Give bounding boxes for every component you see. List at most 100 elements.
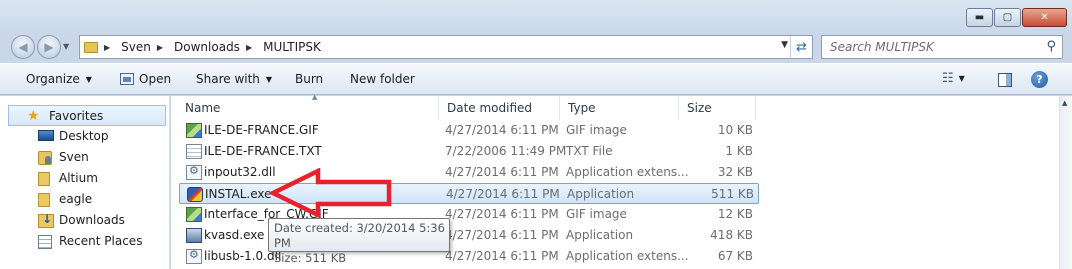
close-button[interactable]: ✕: [1022, 8, 1067, 27]
sidebar-item-altium[interactable]: Altium: [0, 168, 166, 189]
organize-button[interactable]: Organize ▼: [26, 72, 92, 86]
window-controls: ▬ ▢ ✕: [965, 8, 1067, 27]
file-name: ILE-DE-FRANCE.TXT: [204, 144, 322, 158]
file-row[interactable]: inpout32.dll 4/27/2014 6:11 PM Applicati…: [179, 162, 759, 183]
sidebar-item-eagle[interactable]: eagle: [0, 189, 166, 210]
maximize-button[interactable]: ▢: [994, 8, 1021, 27]
breadcrumb-root[interactable]: ▶: [84, 41, 117, 53]
share-with-button[interactable]: Share with ▼: [196, 72, 272, 86]
address-dropdown-icon[interactable]: ▼: [781, 40, 788, 50]
change-view-button[interactable]: ☷ ▼: [942, 71, 965, 86]
sidebar-item-label: eagle: [59, 192, 93, 206]
file-size: 10 KB: [717, 123, 753, 137]
sidebar-item-favorites[interactable]: ★ Favorites: [8, 105, 166, 126]
sort-ascending-icon: ▲: [312, 93, 318, 101]
file-row[interactable]: ILE-DE-FRANCE.GIF 4/27/2014 6:11 PM GIF …: [179, 120, 759, 141]
sidebar-item-downloads[interactable]: Downloads: [0, 210, 166, 231]
help-button[interactable]: ?: [1031, 71, 1048, 88]
back-arrow-icon: ◀: [18, 40, 28, 54]
annotation-arrow: [270, 168, 392, 218]
breadcrumb-separator-icon[interactable]: ▶: [104, 43, 110, 52]
file-name: ILE-DE-FRANCE.GIF: [204, 123, 319, 137]
scroll-up-icon[interactable]: ▲: [1062, 99, 1067, 107]
breadcrumb-separator-icon[interactable]: ▶: [157, 43, 163, 52]
dll-file-icon: [186, 164, 202, 180]
file-name: kvasd.exe: [204, 228, 265, 242]
chevron-down-icon: ▼: [265, 74, 273, 84]
breadcrumb-label: Downloads: [174, 40, 240, 54]
search-input[interactable]: [830, 40, 1030, 54]
column-header-size[interactable]: Size: [679, 96, 756, 120]
user-folder-icon: [38, 151, 52, 165]
column-header-label: Type: [568, 101, 596, 115]
file-date: 4/27/2014 6:11 PM: [445, 165, 559, 179]
refresh-button[interactable]: ⇄: [790, 36, 812, 58]
file-row[interactable]: kvasd.exe 4/27/2014 6:11 PM Application …: [179, 225, 759, 246]
file-type: TXT File: [566, 144, 613, 158]
recent-pages-dropdown[interactable]: ▼: [63, 42, 71, 51]
file-size: 511 KB: [711, 187, 754, 201]
back-button[interactable]: ◀: [11, 35, 35, 59]
organize-label: Organize: [26, 72, 80, 86]
file-date: 4/27/2014 6:11 PM: [445, 249, 559, 263]
search-box[interactable]: ⚲: [821, 35, 1063, 59]
open-button[interactable]: Open: [120, 72, 171, 86]
sidebar-item-desktop[interactable]: Desktop: [0, 126, 166, 147]
chevron-down-icon: ▼: [958, 74, 965, 83]
breadcrumb-downloads[interactable]: Downloads ▶: [174, 40, 259, 54]
column-header-type[interactable]: Type: [560, 96, 679, 120]
file-row[interactable]: ILE-DE-FRANCE.TXT 7/22/2006 11:49 PM TXT…: [179, 141, 759, 162]
search-icon[interactable]: ⚲: [1046, 39, 1056, 54]
column-header-label: Name: [185, 101, 221, 115]
sidebar-item-label: Altium: [59, 171, 98, 185]
burn-button[interactable]: Burn: [295, 72, 323, 86]
folder-icon: [38, 193, 50, 207]
gif-image-icon: [186, 123, 202, 138]
command-toolbar: Organize ▼ Open Share with ▼ Burn New fo…: [0, 63, 1072, 95]
forward-arrow-icon: ▶: [44, 40, 54, 54]
preview-pane-button[interactable]: [998, 73, 1012, 87]
downloads-icon: [38, 212, 54, 228]
dll-file-icon: [186, 248, 202, 264]
minimize-button[interactable]: ▬: [966, 8, 993, 27]
column-header-name[interactable]: ▲ Name: [177, 93, 439, 120]
address-bar[interactable]: ▶ Sven ▶ Downloads ▶ MULTIPSK ▼ ⇄: [79, 35, 813, 59]
column-header-date-modified[interactable]: Date modified: [439, 96, 560, 120]
vertical-scrollbar[interactable]: ▲: [1059, 96, 1072, 269]
recent-places-icon: [38, 235, 52, 249]
file-row[interactable]: libusb-1.0.dll 4/27/2014 6:11 PM Applica…: [179, 246, 759, 267]
file-size: 32 KB: [717, 165, 753, 179]
forward-button[interactable]: ▶: [37, 35, 61, 59]
navigation-row: ◀ ▶ ▼ ▶ Sven ▶ Downloads ▶ MULTIPSK ▼ ⇄ …: [0, 33, 1072, 61]
open-icon: [120, 73, 134, 85]
open-label: Open: [139, 72, 172, 86]
tooltip-size: Size: 511 KB: [274, 251, 347, 265]
breadcrumb-label: Sven: [121, 40, 151, 54]
file-row-selected[interactable]: INSTAL.exe 4/27/2014 6:11 PM Application…: [179, 183, 759, 204]
new-folder-button[interactable]: New folder: [350, 72, 415, 86]
sidebar-item-label: Recent Places: [59, 234, 143, 248]
folder-icon: [38, 172, 50, 186]
sidebar-item-label: Favorites: [49, 109, 104, 123]
breadcrumb-separator-icon[interactable]: ▶: [246, 43, 252, 52]
installer-icon: [187, 187, 203, 202]
help-icon: ?: [1031, 71, 1048, 88]
file-date: 7/22/2006 11:49 PM: [445, 144, 567, 158]
desktop-icon: [38, 130, 54, 141]
chevron-down-icon: ▼: [85, 74, 92, 84]
file-row[interactable]: Interface_for_CW.GIF 4/27/2014 6:11 PM G…: [179, 204, 759, 225]
preview-pane-icon: [998, 73, 1012, 87]
navigation-pane: ★ Favorites Desktop Sven Altium eagle Do…: [0, 96, 170, 269]
sidebar-item-sven[interactable]: Sven: [0, 147, 166, 168]
breadcrumb-multipsk[interactable]: MULTIPSK: [263, 40, 321, 54]
file-size: 418 KB: [710, 228, 753, 242]
breadcrumb-sven[interactable]: Sven ▶: [121, 40, 170, 54]
sidebar-item-recent-places[interactable]: Recent Places: [0, 231, 166, 252]
file-type: GIF image: [566, 123, 627, 137]
column-header-label: Size: [687, 101, 712, 115]
file-size: 67 KB: [717, 249, 753, 263]
annotation-arrow-shape: [270, 168, 392, 218]
file-type: GIF image: [566, 207, 627, 221]
file-date: 4/27/2014 6:11 PM: [445, 207, 559, 221]
file-name: inpout32.dll: [204, 165, 276, 179]
